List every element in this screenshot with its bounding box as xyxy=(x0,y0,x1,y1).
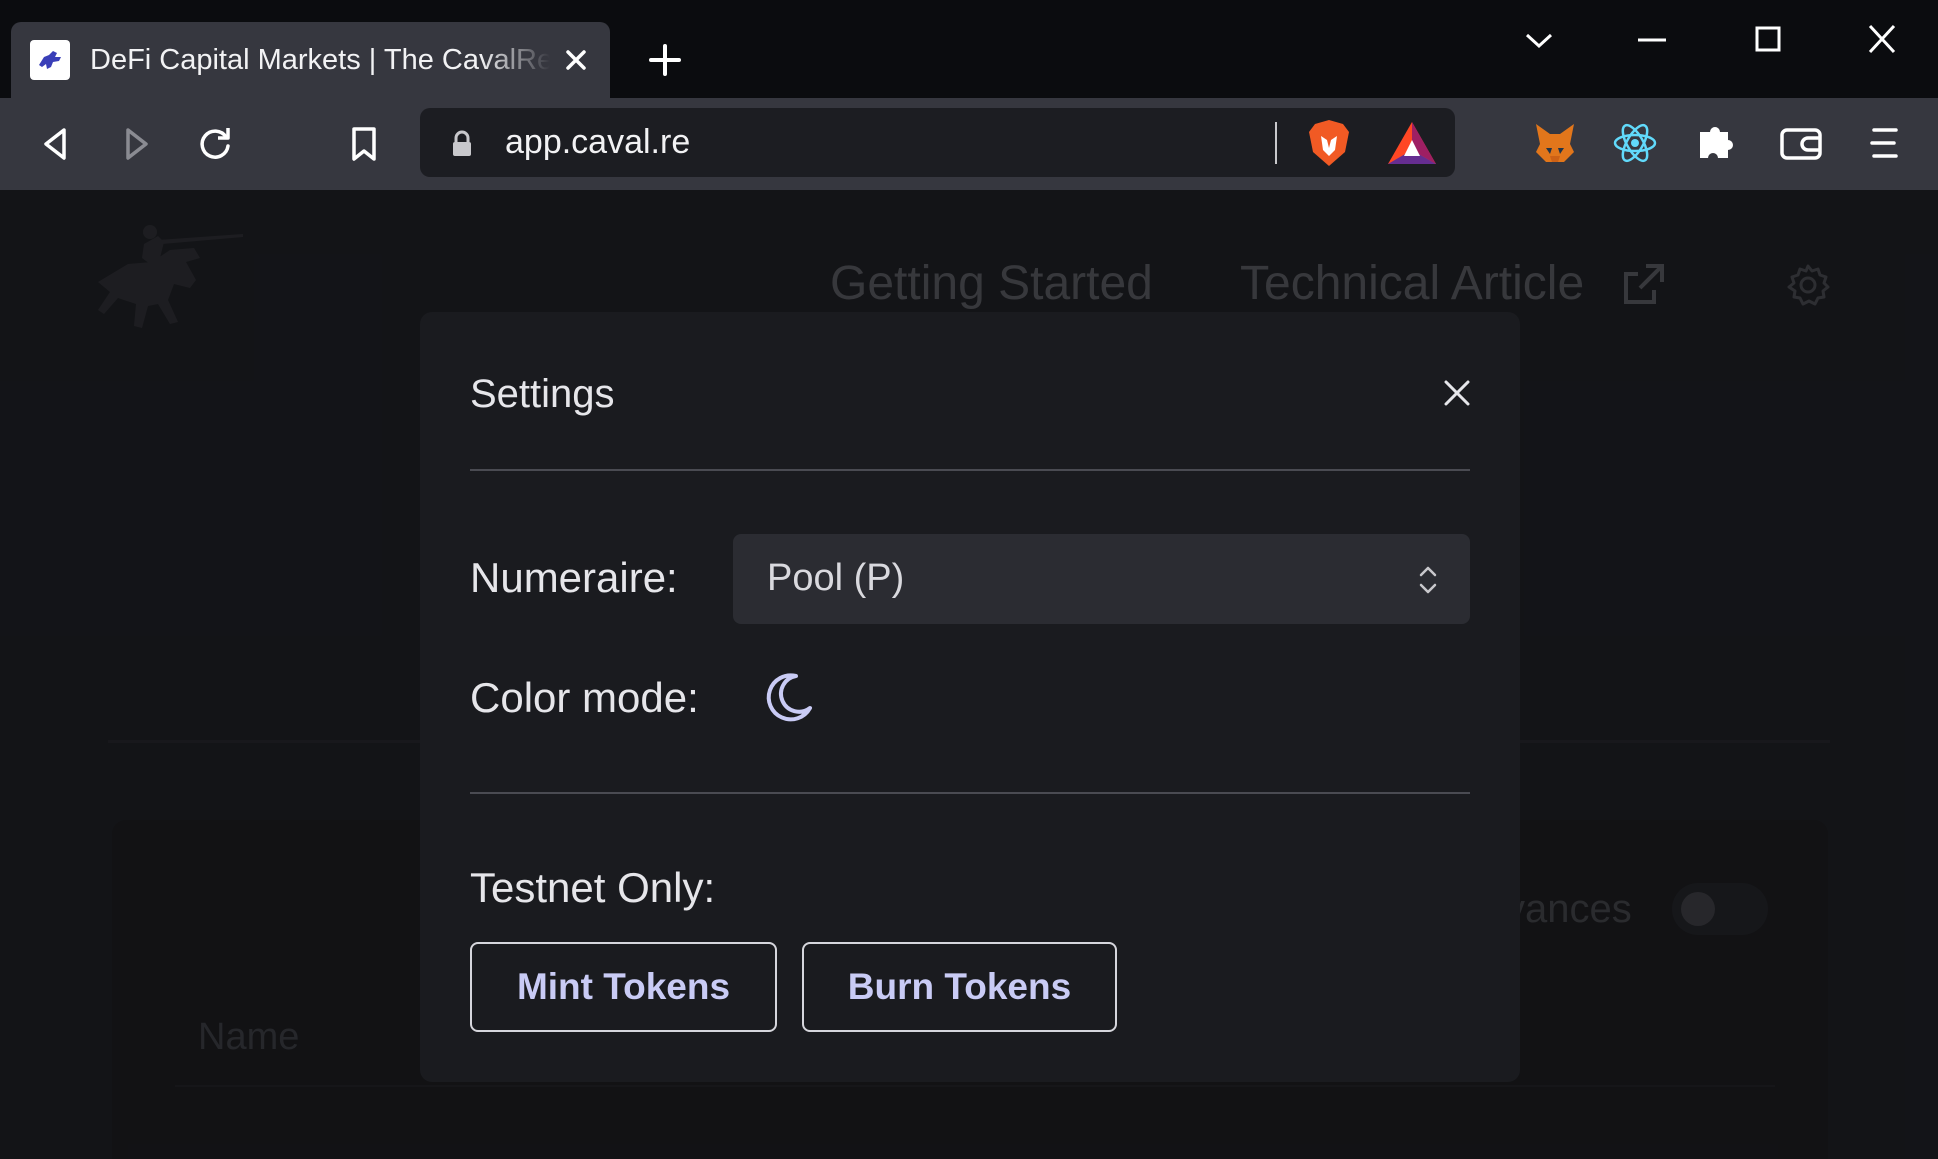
address-bar[interactable]: app.caval.re xyxy=(420,108,1455,177)
modal-section-divider xyxy=(470,792,1470,794)
close-icon[interactable] xyxy=(1440,376,1474,410)
back-arrow-icon[interactable] xyxy=(32,120,80,168)
up-down-chevron-icon xyxy=(1419,566,1437,594)
lock-icon[interactable] xyxy=(450,130,474,158)
reload-icon[interactable] xyxy=(191,120,239,168)
hamburger-menu-icon[interactable] xyxy=(1860,118,1910,168)
mint-tokens-button[interactable]: Mint Tokens xyxy=(470,942,777,1032)
metamask-fox-icon[interactable] xyxy=(1530,118,1580,168)
moon-icon[interactable] xyxy=(760,670,816,726)
page-content: Getting Started Technical Article vances… xyxy=(0,190,1938,1159)
wallet-icon[interactable] xyxy=(1776,118,1826,168)
browser-tab[interactable]: DeFi Capital Markets | The CavalRe xyxy=(11,22,610,98)
tab-title: DeFi Capital Markets | The CavalRe xyxy=(90,43,550,76)
settings-modal: Settings Numeraire: Pool (P) Color mode:… xyxy=(420,312,1520,1082)
url-separator xyxy=(1275,122,1277,164)
cavalre-horse-icon xyxy=(30,40,70,80)
testnet-label: Testnet Only: xyxy=(470,864,716,911)
color-mode-label: Color mode: xyxy=(470,674,699,721)
tab-search-chevron-icon[interactable] xyxy=(1517,18,1561,62)
url-text[interactable]: app.caval.re xyxy=(505,123,690,162)
react-icon[interactable] xyxy=(1610,118,1660,168)
minimize-icon[interactable] xyxy=(1630,18,1674,62)
browser-titlebar: DeFi Capital Markets | The CavalRe xyxy=(0,0,1938,98)
brave-lion-icon[interactable] xyxy=(1305,118,1353,168)
window-close-icon[interactable] xyxy=(1860,18,1904,62)
modal-title: Settings xyxy=(470,372,615,416)
maximize-icon[interactable] xyxy=(1746,18,1790,62)
new-tab-icon[interactable] xyxy=(643,38,687,82)
numeraire-label: Numeraire: xyxy=(470,554,678,601)
tab-close-icon[interactable] xyxy=(558,42,594,78)
numeraire-select[interactable]: Pool (P) xyxy=(733,534,1470,624)
burn-tokens-button[interactable]: Burn Tokens xyxy=(802,942,1117,1032)
puzzle-icon[interactable] xyxy=(1690,118,1740,168)
forward-arrow-icon[interactable] xyxy=(112,120,160,168)
modal-header-divider xyxy=(470,469,1470,471)
bat-triangle-icon[interactable] xyxy=(1386,120,1438,166)
numeraire-value[interactable]: Pool (P) xyxy=(767,557,904,600)
browser-toolbar: app.caval.re xyxy=(0,98,1938,190)
bookmark-icon[interactable] xyxy=(340,120,388,168)
